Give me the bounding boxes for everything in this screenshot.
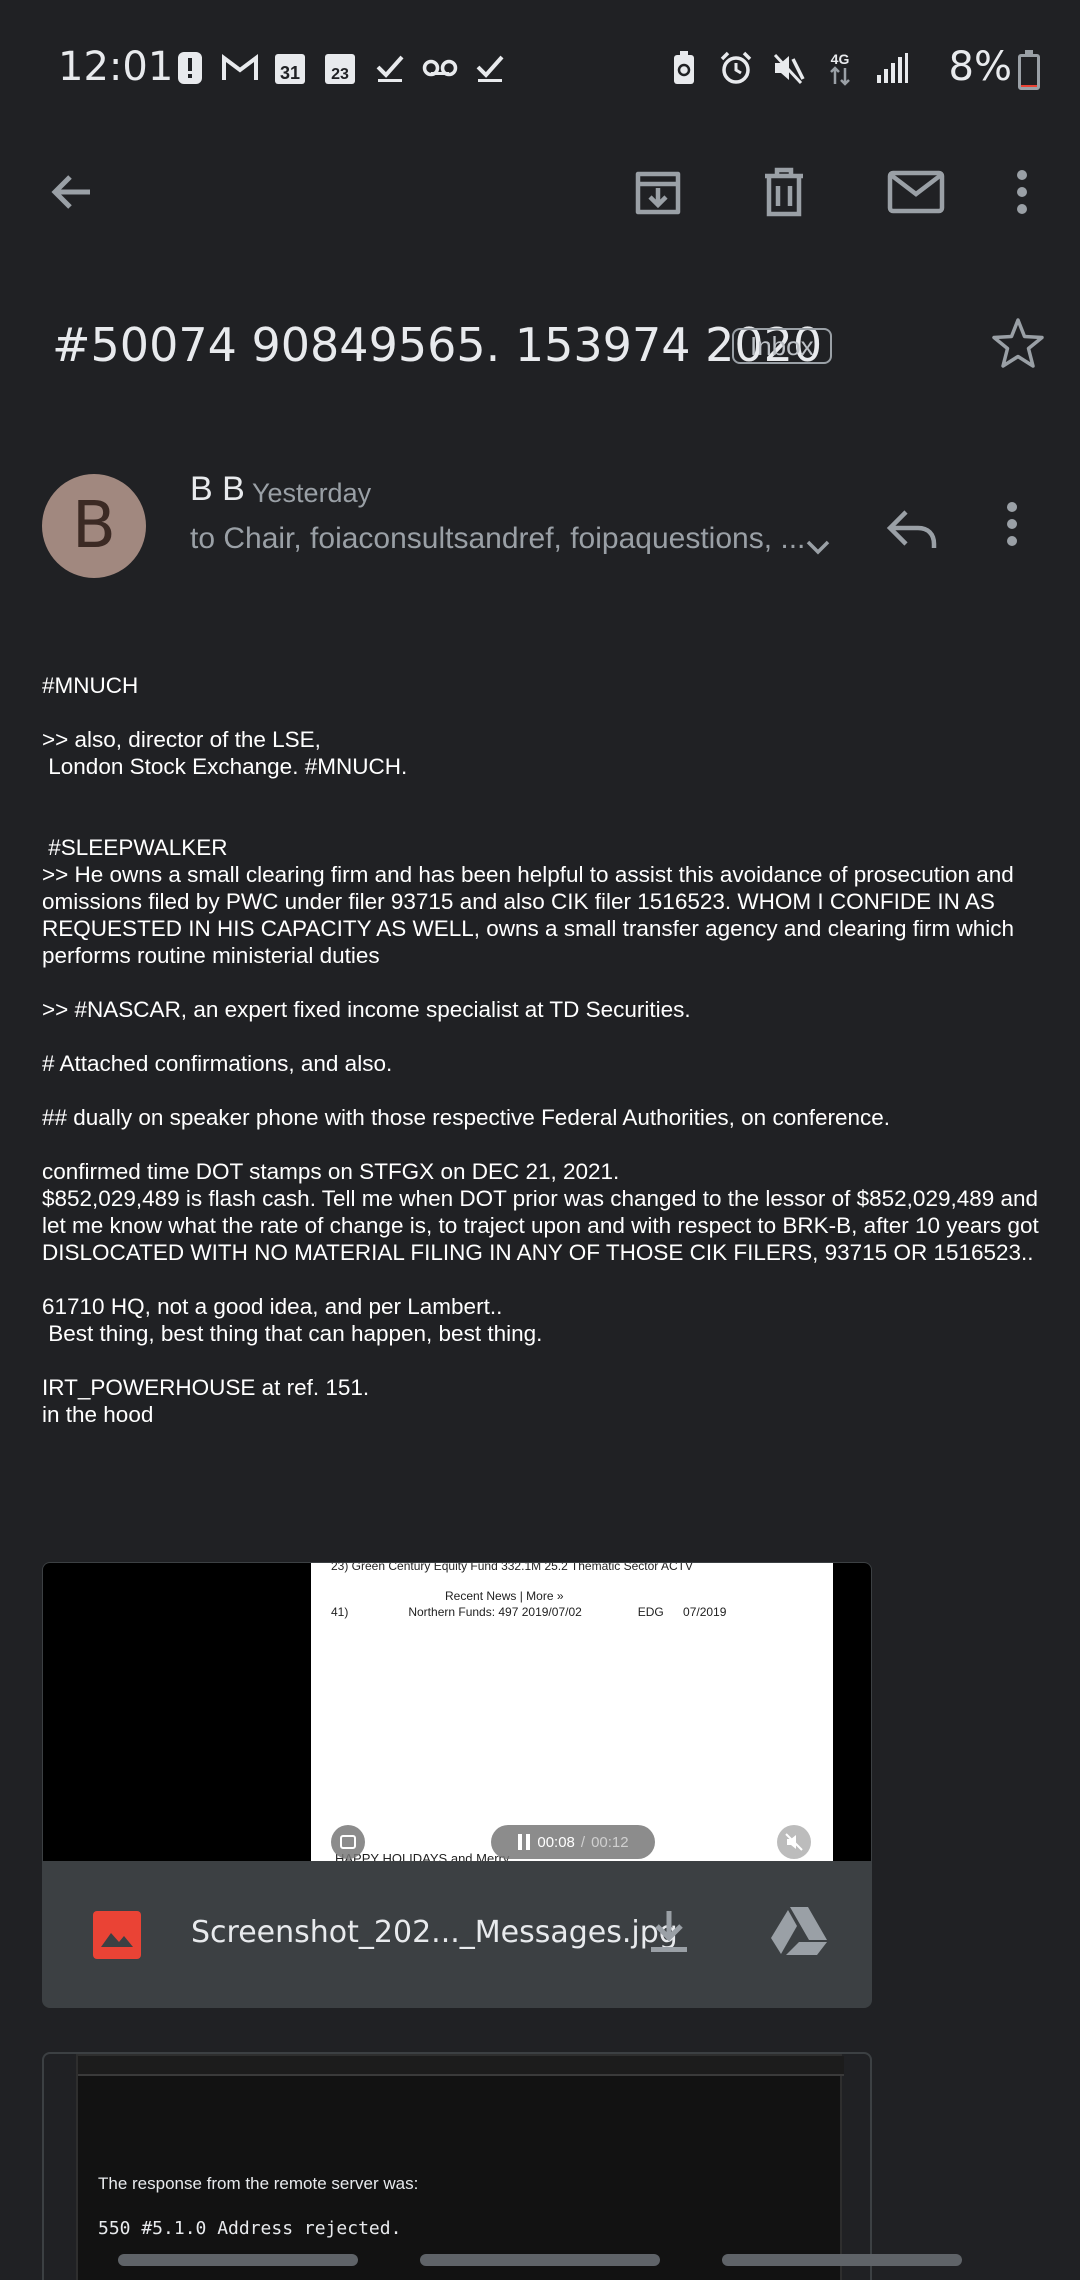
nav-gesture-handle[interactable] [420,2254,660,2266]
back-button[interactable] [40,160,104,224]
video-text-line: Recent News | More » [445,1589,564,1603]
mute-icon [785,1833,803,1851]
bounce-message-line: The response from the remote server was: [98,2174,419,2193]
calendar-31-icon: 31 [272,50,308,86]
signal-icon [874,50,910,86]
message-more-button[interactable] [1004,500,1040,560]
sender-avatar[interactable]: B [42,474,146,578]
reply-icon [886,510,937,548]
video-duration: 00:12 [591,1833,629,1851]
more-options-button[interactable] [990,160,1054,224]
archive-icon [635,171,681,215]
bounce-error-code: 550 #5.1.0 Address rejected. [98,2218,402,2239]
email-body: #MNUCH >> also, director of the LSE, Lon… [42,672,1042,1455]
mail-icon [887,170,945,214]
attachment-card[interactable]: 23) Green Century Equity Fund 332.1M 25.… [42,1562,872,2008]
calendar-23-icon: 23 [322,50,358,86]
video-capture-button[interactable] [331,1825,365,1859]
battery-percent: 8% [948,44,1012,90]
capture-icon [340,1835,356,1849]
battery-level [1021,84,1037,87]
body-paragraph: >> also, director of the LSE, London Sto… [42,727,408,779]
attachment-info-bar: Screenshot_202..._Messages.jpg [43,1861,871,2007]
star-button[interactable] [990,316,1046,372]
delete-button[interactable] [752,160,816,224]
mute-icon [770,50,806,86]
system-icons: 4G [666,50,910,86]
body-paragraph: ## dually on speaker phone with those re… [42,1105,891,1130]
svg-text:4G: 4G [831,51,850,67]
alert-icon [172,50,208,86]
attachment-card[interactable]: The response from the remote server was:… [42,2052,872,2280]
drive-icon [771,1907,827,1955]
expand-details-button[interactable] [800,530,836,566]
chevron-down-icon [806,540,830,555]
body-paragraph [42,807,1042,834]
video-text-line: 41) Northern Funds: 497 2019/07/02 EDG 0… [331,1605,727,1619]
image-file-icon [93,1911,141,1959]
video-playback-pill[interactable]: 00:08 / 00:12 [491,1825,655,1859]
toolbar [0,140,1080,240]
attachment-preview[interactable]: The response from the remote server was:… [76,2054,844,2280]
save-to-drive-button[interactable] [769,1905,829,1957]
star-icon [992,318,1044,368]
body-paragraph: 61710 HQ, not a good idea, and per Lambe… [42,1294,543,1346]
alarm-icon [718,50,754,86]
video-separator: / [580,1833,586,1851]
sender-name[interactable]: B B [190,470,245,509]
preview-header [78,2056,844,2076]
video-text-line: 23) Green Century Equity Fund 332.1M 25.… [331,1563,693,1573]
4g-icon: 4G [822,50,858,86]
check-icon [472,50,508,86]
attachment-preview[interactable]: 23) Green Century Equity Fund 332.1M 25.… [43,1563,871,1861]
body-paragraph: #MNUCH [42,673,139,698]
body-paragraph: confirmed time DOT stamps on STFGX on DE… [42,1159,1039,1265]
sent-time: Yesterday [252,478,372,508]
voicemail-icon [422,50,458,86]
attachment-file-name[interactable]: Screenshot_202..._Messages.jpg [191,1915,678,1950]
recipients-summary[interactable]: to Chair, foiaconsultsandref, foipaquest… [190,522,805,556]
body-paragraph: #SLEEPWALKER >> He owns a small clearing… [42,835,1015,968]
check-icon [372,50,408,86]
nav-gesture-handle[interactable] [118,2254,358,2266]
battery-saver-icon [666,50,702,86]
video-elapsed: 00:08 [537,1833,575,1851]
pause-icon [518,1834,531,1850]
notification-icons: 31 23 [172,50,508,86]
svg-text:31: 31 [280,63,300,83]
battery-icon [1018,50,1040,90]
more-vert-icon [1007,502,1017,546]
video-frame: 23) Green Century Equity Fund 332.1M 25.… [311,1563,833,1861]
body-paragraph: IRT_POWERHOUSE at ref. 151. in the hood [42,1375,370,1427]
archive-button[interactable] [626,160,690,224]
video-mute-button[interactable] [777,1825,811,1859]
gmail-icon [222,50,258,86]
more-vert-icon [1017,170,1027,214]
arrow-back-icon [51,175,90,209]
body-paragraph: # Attached confirmations, and also. [42,1051,393,1076]
trash-icon [765,167,803,217]
status-time: 12:01 [58,44,174,90]
body-paragraph: >> #NASCAR, an expert fixed income speci… [42,997,691,1022]
reply-button[interactable] [882,500,942,560]
status-bar: 12:01 31 23 4G 8% [0,0,1080,140]
download-button[interactable] [643,1905,695,1957]
mark-unread-button[interactable] [880,160,952,224]
inbox-label-chip[interactable]: Inbox [732,328,832,364]
email-subject: #50074 90849565. 153974 2020 [52,318,823,372]
nav-gesture-handle[interactable] [722,2254,962,2266]
svg-text:23: 23 [331,66,349,83]
download-icon [651,1911,687,1952]
